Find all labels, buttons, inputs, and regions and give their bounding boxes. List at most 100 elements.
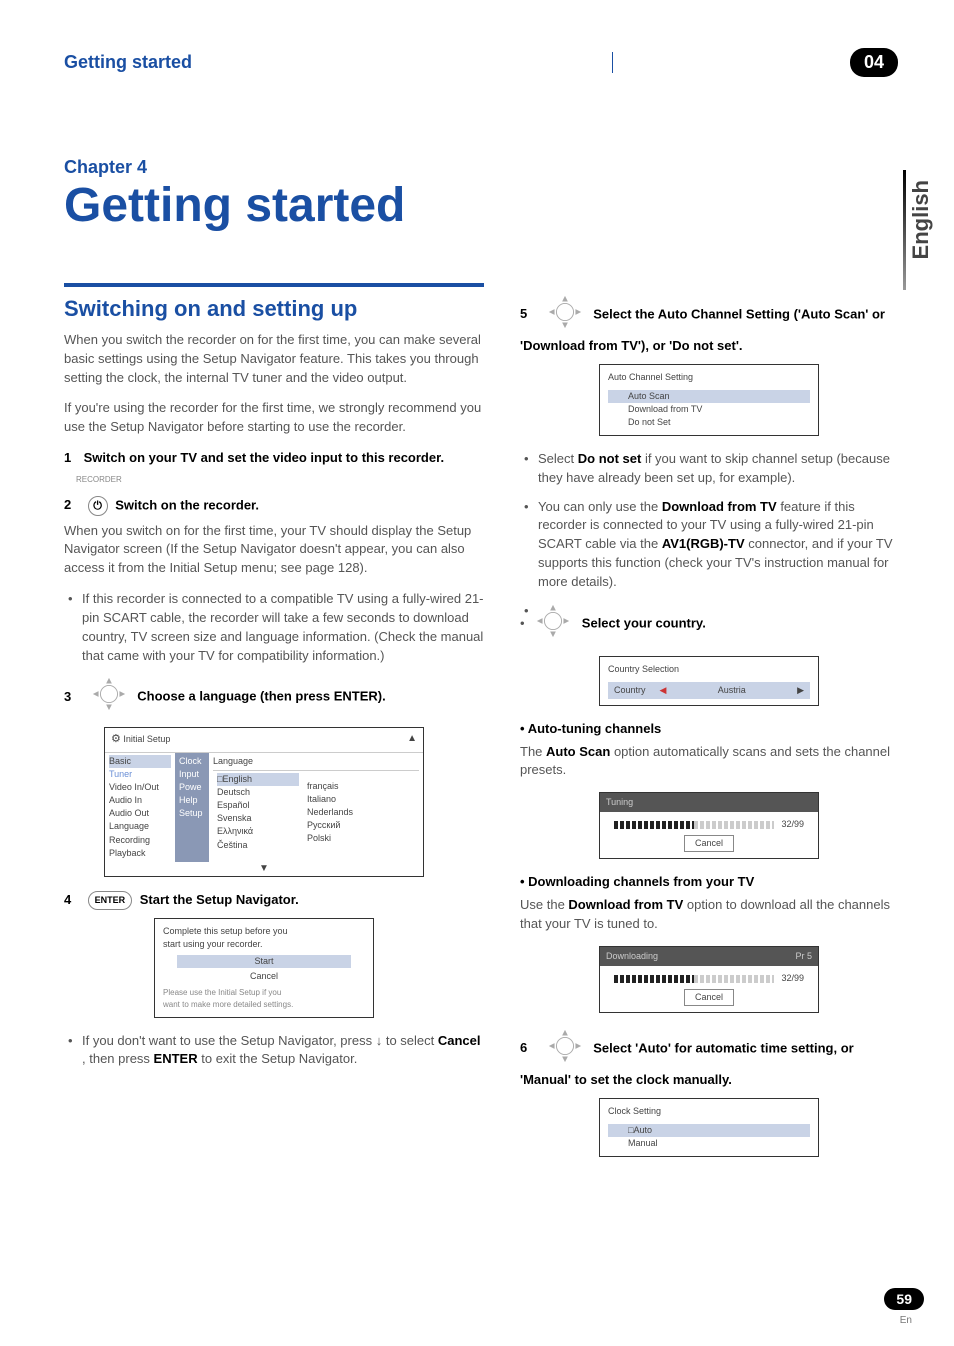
osd-title: Auto Channel Setting [608,371,810,384]
lang-option: français [307,780,415,793]
bold-fragment: AV1(RGB)-TV [662,536,745,551]
up-arrow-icon: ▲ [407,732,417,747]
text-fragment: Select [538,451,578,466]
left-column: Switching on and setting up When you swi… [64,283,484,1171]
select-country-text: Select your country. [582,615,706,630]
lang-option: Русский [307,819,415,832]
lang-option: Svenska [217,812,299,825]
text-fragment: to exit the Setup Navigator. [201,1051,357,1066]
menu-item: Language [109,820,171,833]
bold-fragment: Do not set [578,451,642,466]
country-label: Country [614,684,646,697]
osd-option: Do not Set [608,416,810,429]
step-number: 6 [520,1039,536,1058]
osd-title: Clock Setting [608,1105,810,1118]
progress-bar [614,975,694,983]
dpad-icon [546,1027,584,1071]
step-3-text: Choose a language (then press ENTER). [137,689,386,704]
chapter-number-badge: 04 [850,48,898,77]
header-title: Getting started [64,52,613,73]
step-number: 4 [64,891,80,910]
language-header: Language [213,755,419,771]
bullet-do-not-set: Select Do not set if you want to skip ch… [520,450,898,488]
osd-title: Country Selection [608,663,810,676]
step-2-bullet: If this recorder is connected to a compa… [64,590,484,665]
lang-option: Italiano [307,793,415,806]
step-number: 2 [64,496,80,515]
language-tab: English [908,180,934,259]
bold-fragment: Auto Scan [546,744,610,759]
osd-downloading: Downloading Pr 5 32/99 Cancel [599,946,819,1013]
lang-option: Nederlands [307,806,415,819]
text-fragment: Use the [520,897,568,912]
osd-line: start using your recorder. [163,938,365,951]
dpad-icon [90,675,128,719]
intro-paragraph-1: When you switch the recorder on for the … [64,331,484,388]
lang-option: Čeština [217,839,299,852]
country-value: Austria [680,684,783,697]
osd-option: □Auto [608,1124,810,1137]
step-4-bullet: If you don't want to use the Setup Navig… [64,1032,484,1070]
dpad-icon [546,293,584,337]
menu-item: Audio In [109,794,171,807]
osd-option: Download from TV [608,403,810,416]
progress-bar [614,821,694,829]
osd-clock: Clock Setting □Auto Manual [599,1098,819,1157]
osd-footnote: want to make more detailed settings. [163,999,365,1011]
page-language-code: En [900,1315,912,1326]
submenu-item: Setup [179,807,205,820]
text-fragment: to select [386,1033,438,1048]
bold-fragment: Download from TV [568,897,683,912]
osd-initial-setup: ⚙ Initial Setup ▲ Basic Tuner Video In/O… [104,727,424,877]
progress-value: 32/99 [781,973,804,983]
progress-value: 32/99 [781,819,804,829]
lang-option: Español [217,799,299,812]
bold-fragment: ENTER [154,1051,198,1066]
auto-tuning-body: The Auto Scan option automatically scans… [520,743,898,781]
step-5: 5 Select the Auto Channel Setting ('Auto… [520,293,898,356]
step-number: 5 [520,305,536,324]
intro-paragraph-2: If you're using the recorder for the fir… [64,399,484,437]
step-2-body: When you switch on for the first time, y… [64,522,484,579]
osd-option: Manual [608,1137,810,1150]
down-arrow-icon: ▼ [105,862,423,877]
menu-item: Audio Out [109,807,171,820]
chapter-title: Getting started [64,178,898,233]
osd-setup-navigator: Complete this setup before you start usi… [154,918,374,1017]
power-icon: ⏻ [88,496,108,516]
side-rule [903,170,906,290]
osd-pr: Pr 5 [795,950,812,963]
osd-tuning: Tuning 32/99 Cancel [599,792,819,859]
page: Getting started 04 English Chapter 4 Get… [0,0,954,1346]
recorder-label: RECORDER [76,474,484,486]
osd-footnote: Please use the Initial Setup if you [163,987,365,999]
step-4-text: Start the Setup Navigator. [140,892,299,907]
osd-title: Tuning [606,797,633,807]
section-heading: Switching on and setting up [64,293,484,325]
menu-item: Tuner [109,768,171,781]
cancel-button: Cancel [684,835,734,852]
menu-item: Video In/Out [109,781,171,794]
step-number: 3 [64,688,80,707]
bullet-download-tv: You can only use the Download from TV fe… [520,498,898,592]
dpad-icon [534,602,572,646]
lang-option: Polski [307,832,415,845]
left-arrow-icon: ◀ [660,684,667,697]
step-3: 3 Choose a language (then press ENTER). [64,675,484,719]
step-1: 1 Switch on your TV and set the video in… [64,449,484,468]
step-2: 2 ⏻ Switch on the recorder. [64,496,484,516]
section-rule [64,283,484,287]
right-column: 5 Select the Auto Channel Setting ('Auto… [520,283,898,1171]
step-4: 4 ENTER Start the Setup Navigator. [64,891,484,910]
submenu-item: Input [179,768,205,781]
step-1-text: Switch on your TV and set the video inpu… [84,450,444,465]
step-number: 1 [64,449,80,468]
submenu-item: Powe [179,781,205,794]
osd-title: Downloading [606,950,658,963]
download-body: Use the Download from TV option to downl… [520,896,898,934]
header-bar: Getting started 04 [64,48,898,77]
two-column-body: Switching on and setting up When you swi… [64,283,898,1171]
menu-item: Playback [109,847,171,860]
down-arrow-icon: ↓ [376,1033,383,1048]
menu-item: Recording [109,834,171,847]
